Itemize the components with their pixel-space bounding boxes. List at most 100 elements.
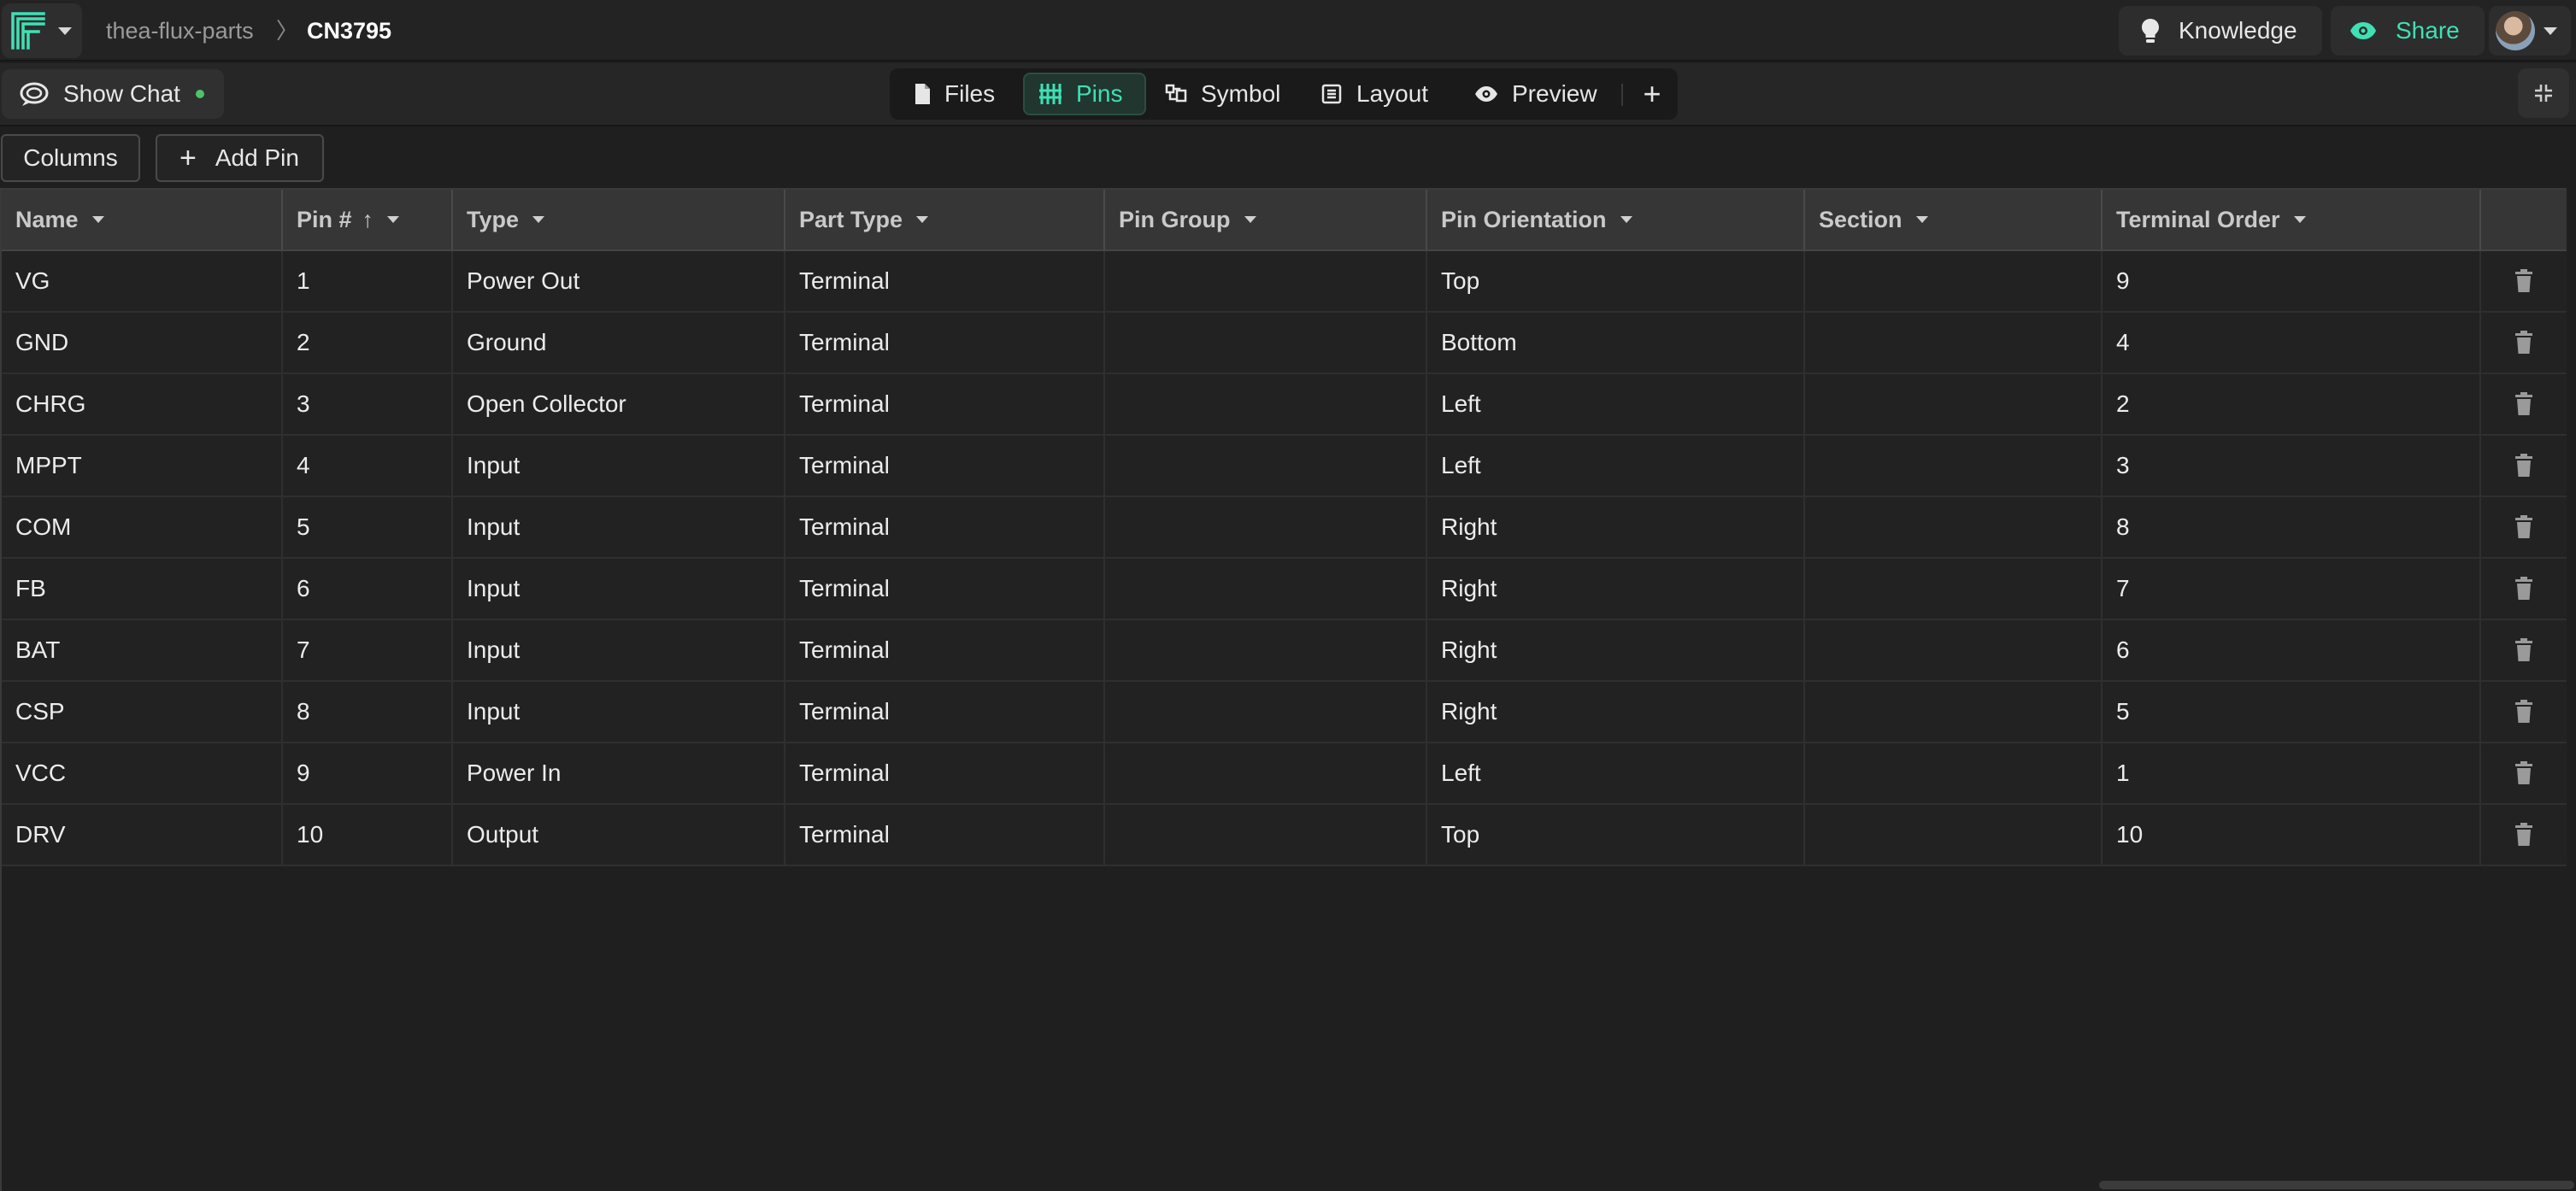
column-header-pin-orientation[interactable]: Pin Orientation	[1427, 190, 1805, 249]
cell-name[interactable]: BAT	[2, 620, 283, 680]
collapse-button[interactable]	[2518, 68, 2569, 118]
cell-name[interactable]: MPPT	[2, 436, 283, 496]
cell-pin-group[interactable]	[1105, 559, 1427, 619]
cell-name[interactable]: VG	[2, 251, 283, 311]
delete-pin-button[interactable]	[2481, 313, 2567, 373]
cell-pin-orientation[interactable]: Right	[1427, 559, 1805, 619]
table-row[interactable]: VCC 9 Power In Terminal Left 1	[2, 743, 2567, 805]
cell-pin-group[interactable]	[1105, 436, 1427, 496]
column-header-terminal-order[interactable]: Terminal Order	[2103, 190, 2481, 249]
cell-pin-number[interactable]: 9	[283, 743, 453, 803]
columns-button[interactable]: Columns	[1, 134, 140, 182]
cell-section[interactable]	[1805, 620, 2103, 680]
table-row[interactable]: FB 6 Input Terminal Right 7	[2, 559, 2567, 620]
cell-part-type[interactable]: Terminal	[785, 497, 1105, 557]
cell-section[interactable]	[1805, 313, 2103, 373]
column-header-pin-group[interactable]: Pin Group	[1105, 190, 1427, 249]
cell-name[interactable]: CSP	[2, 682, 283, 742]
cell-type[interactable]: Power In	[453, 743, 785, 803]
delete-pin-button[interactable]	[2481, 497, 2567, 557]
cell-type[interactable]: Power Out	[453, 251, 785, 311]
cell-part-type[interactable]: Terminal	[785, 805, 1105, 865]
cell-type[interactable]: Input	[453, 620, 785, 680]
cell-part-type[interactable]: Terminal	[785, 620, 1105, 680]
cell-terminal-order[interactable]: 4	[2103, 313, 2481, 373]
cell-pin-orientation[interactable]: Left	[1427, 374, 1805, 434]
column-header-part-type[interactable]: Part Type	[785, 190, 1105, 249]
cell-terminal-order[interactable]: 9	[2103, 251, 2481, 311]
cell-terminal-order[interactable]: 7	[2103, 559, 2481, 619]
cell-section[interactable]	[1805, 559, 2103, 619]
cell-pin-group[interactable]	[1105, 374, 1427, 434]
cell-section[interactable]	[1805, 743, 2103, 803]
cell-part-type[interactable]: Terminal	[785, 436, 1105, 496]
cell-type[interactable]: Input	[453, 682, 785, 742]
cell-type[interactable]: Input	[453, 436, 785, 496]
cell-pin-orientation[interactable]: Top	[1427, 805, 1805, 865]
delete-pin-button[interactable]	[2481, 559, 2567, 619]
cell-pin-group[interactable]	[1105, 251, 1427, 311]
delete-pin-button[interactable]	[2481, 805, 2567, 865]
delete-pin-button[interactable]	[2481, 620, 2567, 680]
cell-pin-number[interactable]: 3	[283, 374, 453, 434]
table-row[interactable]: MPPT 4 Input Terminal Left 3	[2, 436, 2567, 497]
cell-section[interactable]	[1805, 251, 2103, 311]
cell-part-type[interactable]: Terminal	[785, 251, 1105, 311]
column-header-pin-number[interactable]: Pin # ↑	[283, 190, 453, 249]
column-header-type[interactable]: Type	[453, 190, 785, 249]
cell-part-type[interactable]: Terminal	[785, 743, 1105, 803]
cell-terminal-order[interactable]: 1	[2103, 743, 2481, 803]
cell-pin-group[interactable]	[1105, 682, 1427, 742]
cell-pin-orientation[interactable]: Right	[1427, 497, 1805, 557]
cell-pin-orientation[interactable]: Right	[1427, 682, 1805, 742]
cell-pin-orientation[interactable]: Right	[1427, 620, 1805, 680]
knowledge-button[interactable]: Knowledge	[2119, 6, 2322, 56]
tab-preview[interactable]: Preview	[1474, 73, 1611, 115]
cell-part-type[interactable]: Terminal	[785, 374, 1105, 434]
cell-pin-group[interactable]	[1105, 805, 1427, 865]
cell-pin-group[interactable]	[1105, 620, 1427, 680]
cell-type[interactable]: Input	[453, 559, 785, 619]
cell-terminal-order[interactable]: 3	[2103, 436, 2481, 496]
cell-name[interactable]: DRV	[2, 805, 283, 865]
cell-pin-number[interactable]: 6	[283, 559, 453, 619]
cell-section[interactable]	[1805, 374, 2103, 434]
table-row[interactable]: BAT 7 Input Terminal Right 6	[2, 620, 2567, 682]
tab-symbol[interactable]: Symbol	[1162, 73, 1295, 115]
cell-terminal-order[interactable]: 2	[2103, 374, 2481, 434]
cell-type[interactable]: Input	[453, 497, 785, 557]
cell-name[interactable]: CHRG	[2, 374, 283, 434]
column-header-section[interactable]: Section	[1805, 190, 2103, 249]
cell-terminal-order[interactable]: 10	[2103, 805, 2481, 865]
horizontal-scrollbar[interactable]	[2099, 1181, 2574, 1189]
delete-pin-button[interactable]	[2481, 743, 2567, 803]
cell-name[interactable]: GND	[2, 313, 283, 373]
cell-part-type[interactable]: Terminal	[785, 559, 1105, 619]
delete-pin-button[interactable]	[2481, 374, 2567, 434]
tab-layout[interactable]: Layout	[1320, 73, 1440, 115]
cell-pin-number[interactable]: 5	[283, 497, 453, 557]
cell-section[interactable]	[1805, 497, 2103, 557]
user-menu-button[interactable]	[2489, 6, 2571, 56]
cell-pin-number[interactable]: 2	[283, 313, 453, 373]
cell-pin-orientation[interactable]: Left	[1427, 436, 1805, 496]
show-chat-button[interactable]: Show Chat	[2, 69, 224, 119]
cell-type[interactable]: Ground	[453, 313, 785, 373]
cell-part-type[interactable]: Terminal	[785, 682, 1105, 742]
delete-pin-button[interactable]	[2481, 682, 2567, 742]
cell-pin-group[interactable]	[1105, 497, 1427, 557]
cell-pin-number[interactable]: 4	[283, 436, 453, 496]
cell-name[interactable]: FB	[2, 559, 283, 619]
cell-terminal-order[interactable]: 8	[2103, 497, 2481, 557]
cell-type[interactable]: Open Collector	[453, 374, 785, 434]
cell-pin-number[interactable]: 1	[283, 251, 453, 311]
cell-pin-orientation[interactable]: Bottom	[1427, 313, 1805, 373]
add-tab-button[interactable]: +	[1635, 73, 1669, 115]
cell-pin-orientation[interactable]: Top	[1427, 251, 1805, 311]
cell-section[interactable]	[1805, 436, 2103, 496]
cell-pin-number[interactable]: 10	[283, 805, 453, 865]
table-row[interactable]: VG 1 Power Out Terminal Top 9	[2, 251, 2567, 313]
column-header-name[interactable]: Name	[2, 190, 283, 249]
table-row[interactable]: DRV 10 Output Terminal Top 10	[2, 805, 2567, 866]
table-row[interactable]: GND 2 Ground Terminal Bottom 4	[2, 313, 2567, 374]
